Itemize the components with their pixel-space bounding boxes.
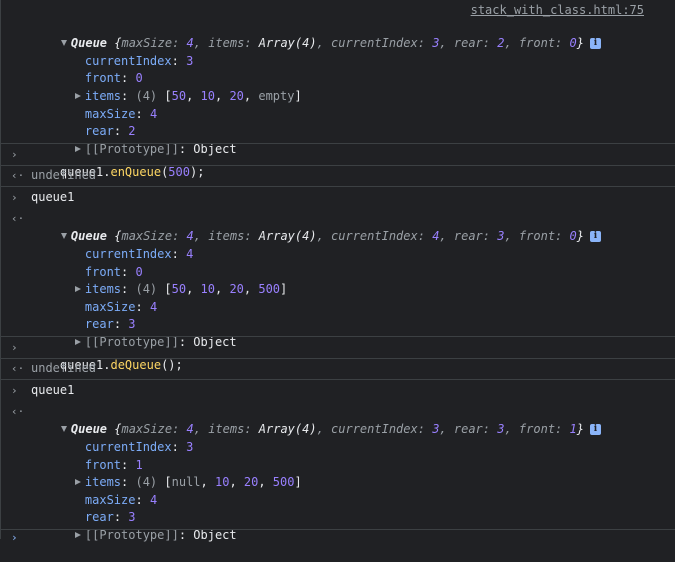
prop-rear: rear: 3	[84, 316, 136, 331]
prop-front: front: 0	[84, 70, 143, 85]
prop-front: front: 1	[84, 457, 143, 472]
console-input-prompt[interactable]: ›	[11, 531, 18, 544]
console-result: undefined	[31, 361, 97, 375]
prop-prototype[interactable]: [[Prototype]]: Object	[46, 123, 237, 156]
input-prompt-icon: ›	[11, 148, 18, 161]
expand-arrow-icon[interactable]	[74, 532, 81, 538]
input-prompt-icon: ›	[11, 341, 18, 354]
object-summary-1[interactable]: Queue {maxSize: 4, items: Array(4), curr…	[32, 17, 601, 50]
info-icon[interactable]: i	[589, 423, 601, 435]
info-icon[interactable]: i	[589, 37, 601, 49]
object-summary-2[interactable]: Queue {maxSize: 4, items: Array(4), curr…	[32, 210, 601, 243]
prop-items[interactable]: items: (4) [null, 10, 20, 500]	[46, 456, 302, 489]
prop-rear: rear: 2	[84, 123, 136, 138]
input-prompt-icon: ›	[11, 191, 18, 204]
separator	[1, 186, 675, 187]
output-prompt-icon: ‹·	[11, 405, 25, 418]
output-prompt-icon: ‹·	[11, 212, 25, 225]
prop-items[interactable]: items: (4) [50, 10, 20, empty]	[46, 70, 302, 103]
prop-current-index: currentIndex: 3	[84, 53, 194, 68]
separator	[1, 529, 675, 530]
prop-max-size: maxSize: 4	[84, 299, 158, 314]
console-input-line[interactable]: queue1	[31, 382, 74, 400]
prop-prototype[interactable]: [[Prototype]]: Object	[46, 316, 237, 349]
output-prompt-icon: ‹·	[11, 169, 25, 182]
prop-current-index: currentIndex: 3	[84, 439, 194, 454]
prop-prototype[interactable]: [[Prototype]]: Object	[46, 509, 237, 542]
output-prompt-icon: ‹·	[11, 362, 25, 375]
console-input-line[interactable]: queue1.deQueue();	[31, 339, 183, 372]
prop-max-size: maxSize: 4	[84, 492, 158, 507]
prop-current-index: currentIndex: 4	[84, 246, 194, 261]
separator	[1, 165, 675, 166]
prop-front: front: 0	[84, 264, 143, 279]
separator	[1, 358, 675, 359]
console-result: undefined	[31, 168, 97, 182]
object-summary-3[interactable]: Queue {maxSize: 4, items: Array(4), curr…	[32, 403, 601, 436]
prop-max-size: maxSize: 4	[84, 106, 158, 121]
separator	[1, 379, 675, 380]
prop-items[interactable]: items: (4) [50, 10, 20, 500]	[46, 263, 287, 296]
separator	[1, 143, 675, 144]
console-input-line[interactable]: queue1.enQueue(500);	[31, 146, 205, 179]
prop-rear: rear: 3	[84, 509, 136, 524]
info-icon[interactable]: i	[589, 230, 601, 242]
input-prompt-icon: ›	[11, 384, 18, 397]
console-input-line[interactable]: queue1	[31, 189, 74, 207]
separator	[1, 336, 675, 337]
source-link[interactable]: stack_with_class.html:75	[471, 3, 644, 17]
devtools-console: stack_with_class.html:75 Queue {maxSize:…	[0, 0, 675, 544]
